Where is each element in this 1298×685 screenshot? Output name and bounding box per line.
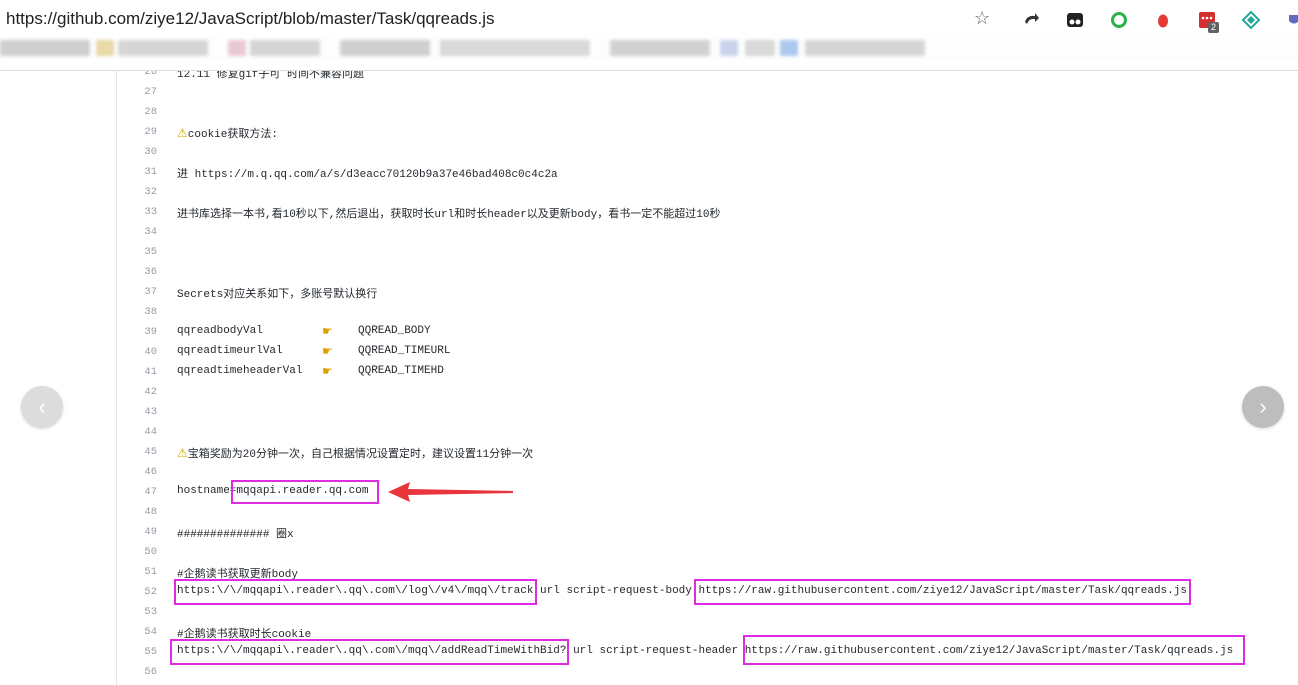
line-number[interactable]: 47	[117, 486, 157, 498]
highlight-body-script-url	[694, 579, 1191, 605]
highlight-header-regex	[170, 639, 569, 665]
ext-diamond-icon[interactable]	[1241, 10, 1261, 30]
code-line: 46	[117, 462, 1298, 482]
line-number[interactable]: 54	[117, 626, 157, 638]
line-number[interactable]: 45	[117, 446, 157, 458]
line-number[interactable]: 32	[117, 186, 157, 198]
line-number[interactable]: 51	[117, 566, 157, 578]
line-number[interactable]: 28	[117, 106, 157, 118]
code-line: 53	[117, 602, 1298, 622]
line-number[interactable]: 52	[117, 586, 157, 598]
line-number[interactable]: 40	[117, 346, 157, 358]
line-content: qqreadbodyVal	[177, 325, 263, 337]
line-number[interactable]: 37	[117, 286, 157, 298]
line-number[interactable]: 34	[117, 226, 157, 238]
warning-icon: ⚠	[177, 447, 188, 461]
pointing-hand-icon: ☛	[322, 364, 333, 378]
line-number[interactable]: 50	[117, 546, 157, 558]
red-arrow-icon	[388, 482, 513, 502]
line-number[interactable]: 44	[117, 426, 157, 438]
prev-nav-button[interactable]: ‹	[21, 386, 63, 428]
next-nav-button[interactable]: ›	[1242, 386, 1284, 428]
code-line: 33 进书库选择一本书,看10秒以下,然后退出，获取时长url和时长header以…	[117, 202, 1298, 222]
line-content: Secrets对应关系如下，多账号默认换行	[177, 289, 378, 301]
highlight-header-script-url	[743, 635, 1245, 665]
extension-badge: 2	[1208, 22, 1220, 33]
line-number[interactable]: 55	[117, 646, 157, 658]
line-content: 12.11 修复gif子可 时间不兼容问题	[177, 71, 365, 81]
code-line: 34	[117, 222, 1298, 242]
bookmarks-bar[interactable]	[0, 38, 1298, 60]
ext-green-ring-icon[interactable]	[1109, 10, 1129, 30]
code-line: 49 ############## 圈x	[117, 522, 1298, 542]
code-line: 50	[117, 542, 1298, 562]
line-number[interactable]: 49	[117, 526, 157, 538]
line-number[interactable]: 39	[117, 326, 157, 338]
line-content: 进书库选择一本书,看10秒以下,然后退出，获取时长url和时长header以及更…	[177, 209, 721, 221]
code-line-partial: 26 12.11 修复gif子可 时间不兼容问题	[117, 71, 1298, 82]
code-line: 39 qqreadbodyVal ☛ QQREAD_BODY	[117, 322, 1298, 342]
line-number[interactable]: 33	[117, 206, 157, 218]
address-bar[interactable]: https://github.com/ziye12/JavaScript/blo…	[0, 0, 1298, 40]
highlight-body-regex	[174, 579, 537, 605]
line-number[interactable]: 35	[117, 246, 157, 258]
secret-name: QQREAD_TIMEHD	[358, 365, 444, 377]
line-number[interactable]: 38	[117, 306, 157, 318]
secret-name: QQREAD_TIMEURL	[358, 345, 451, 357]
line-content: ⚠cookie获取方法:	[177, 127, 278, 141]
code-line: 42	[117, 382, 1298, 402]
code-line: 29 ⚠cookie获取方法:	[117, 122, 1298, 142]
line-number[interactable]: 53	[117, 606, 157, 618]
secret-name: QQREAD_BODY	[358, 325, 431, 337]
code-line: 45 ⚠宝箱奖励为20分钟一次，自己根据情况设置定时，建议设置11分钟一次	[117, 442, 1298, 462]
code-line: 27	[117, 82, 1298, 102]
highlight-hostname	[231, 480, 379, 504]
line-content: ⚠宝箱奖励为20分钟一次，自己根据情况设置定时，建议设置11分钟一次	[177, 447, 534, 461]
ext-tampermonkey-icon[interactable]	[1065, 10, 1085, 30]
line-content: ############## 圈x	[177, 529, 294, 541]
code-line: 30	[117, 142, 1298, 162]
code-line: 43	[117, 402, 1298, 422]
line-number[interactable]: 29	[117, 126, 157, 138]
line-content: qqreadtimeheaderVal	[177, 365, 303, 377]
url-text[interactable]: https://github.com/ziye12/JavaScript/blo…	[6, 9, 495, 29]
line-number[interactable]: 46	[117, 466, 157, 478]
code-line: 56	[117, 662, 1298, 682]
ext-shield-icon[interactable]	[1284, 10, 1298, 30]
code-line: 38	[117, 302, 1298, 322]
line-number: 26	[144, 71, 157, 78]
code-line: 40 qqreadtimeurlVal ☛ QQREAD_TIMEURL	[117, 342, 1298, 362]
line-number[interactable]: 30	[117, 146, 157, 158]
ext-arrow-icon[interactable]	[1021, 10, 1041, 30]
line-number[interactable]: 41	[117, 366, 157, 378]
line-number[interactable]: 31	[117, 166, 157, 178]
chevron-right-icon: ›	[1259, 394, 1267, 419]
line-number[interactable]: 48	[117, 506, 157, 518]
chevron-left-icon: ‹	[38, 394, 46, 419]
line-number[interactable]: 27	[117, 86, 157, 98]
code-line: 37 Secrets对应关系如下，多账号默认换行	[117, 282, 1298, 302]
code-line: 41 qqreadtimeheaderVal ☛ QQREAD_TIMEHD	[117, 362, 1298, 382]
code-line: 28	[117, 102, 1298, 122]
code-line: 32	[117, 182, 1298, 202]
line-content: 进 https://m.q.qq.com/a/s/d3eacc70120b9a3…	[177, 169, 558, 181]
warning-icon: ⚠	[177, 127, 188, 141]
pointing-hand-icon: ☛	[322, 324, 333, 338]
line-content: qqreadtimeurlVal	[177, 345, 283, 357]
line-number[interactable]: 43	[117, 406, 157, 418]
bookmark-star-icon[interactable]: ☆	[974, 8, 990, 29]
code-line: 36	[117, 262, 1298, 282]
code-line: 35	[117, 242, 1298, 262]
pointing-hand-icon: ☛	[322, 344, 333, 358]
line-number[interactable]: 42	[117, 386, 157, 398]
line-number[interactable]: 36	[117, 266, 157, 278]
line-number[interactable]: 56	[117, 666, 157, 678]
code-line: 44	[117, 422, 1298, 442]
ext-red-drop-icon[interactable]	[1153, 10, 1173, 30]
code-line: 31 进 https://m.q.qq.com/a/s/d3eacc70120b9…	[117, 162, 1298, 182]
code-line: 48	[117, 502, 1298, 522]
